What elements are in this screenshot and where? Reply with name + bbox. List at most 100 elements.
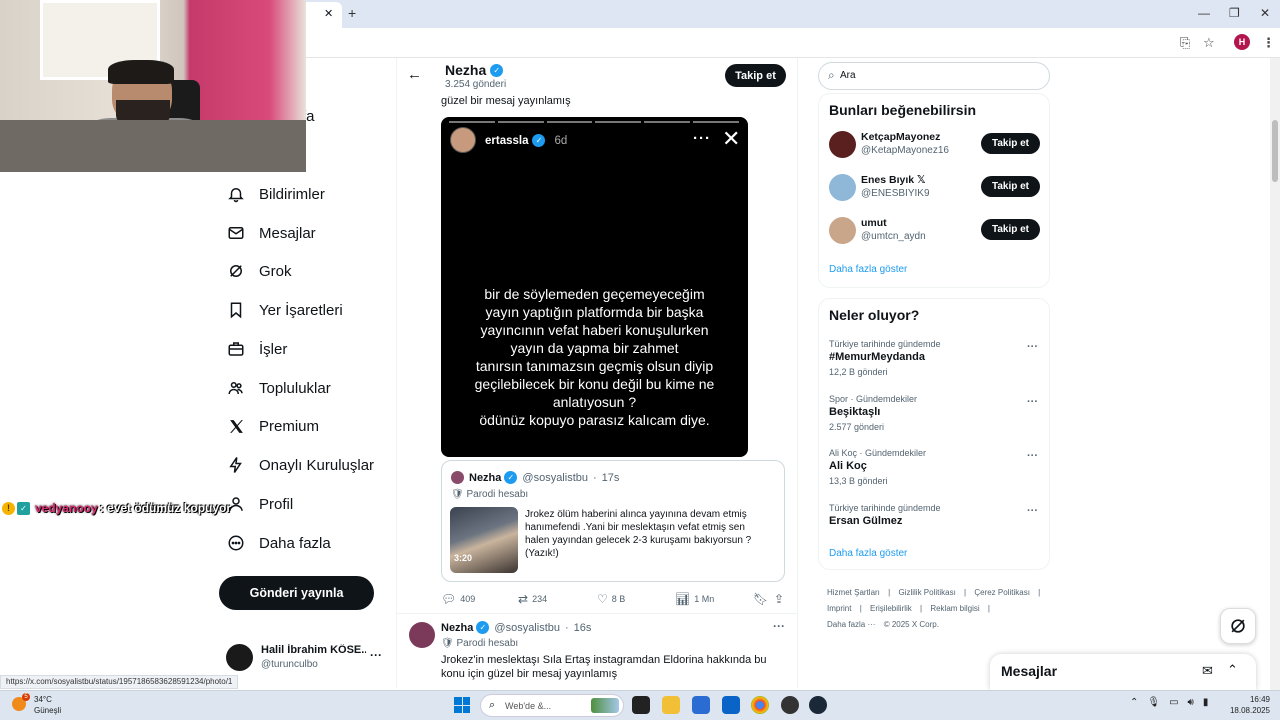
nav-messages[interactable]: Mesajlar xyxy=(226,218,316,248)
trend-item[interactable]: Türkiye tarihinde gündemde Ersan Gülmez … xyxy=(829,503,1041,547)
nav-notifications[interactable]: Bildirimler xyxy=(226,179,325,209)
follow-button[interactable]: Takip et xyxy=(981,176,1040,197)
bookmark-button[interactable]: 🔖︎ xyxy=(753,592,768,606)
browser-profile-avatar[interactable]: H xyxy=(1234,34,1250,50)
show-more-link[interactable]: Daha fazla göster xyxy=(829,548,907,559)
trend-item[interactable]: Ali Koç · Gündemdekiler Ali Koç 13,3 B g… xyxy=(829,448,1041,492)
page-title: Nezha ✓ xyxy=(445,62,504,78)
network-icon[interactable]: ▭ xyxy=(1169,697,1178,708)
nav-premium[interactable]: Premium xyxy=(226,411,319,441)
minimize-button[interactable]: — xyxy=(1198,6,1210,20)
nav-verified-orgs[interactable]: Onaylı Kuruluşlar xyxy=(226,450,374,480)
window-close-button[interactable]: ✕ xyxy=(1260,6,1270,20)
footer-separator: | xyxy=(987,604,990,613)
avatar[interactable] xyxy=(409,622,435,648)
nav-label: Daha fazla xyxy=(259,534,331,552)
page-scrollbar[interactable] xyxy=(1270,58,1280,690)
file-explorer-icon[interactable] xyxy=(662,696,680,714)
maximize-button[interactable]: ❐ xyxy=(1229,6,1240,20)
suggested-user[interactable]: umut @umtcn_aydn Takip et xyxy=(829,215,1041,247)
expand-up-icon[interactable]: ⌃ xyxy=(1227,662,1238,678)
author-name[interactable]: Nezha xyxy=(441,622,473,634)
quoted-tweet[interactable]: Nezha ✓ @sosyalistbu · 17s 🛡 Parodi hesa… xyxy=(441,460,785,582)
install-app-icon[interactable]: ⎘ xyxy=(1180,35,1190,51)
nav-grok[interactable]: Grok xyxy=(226,256,292,286)
share-button[interactable]: ⇪ xyxy=(774,592,784,606)
nav-jobs[interactable]: İşler xyxy=(226,334,287,364)
like-button[interactable]: ♡ 8 B xyxy=(597,592,625,606)
nav-bookmarks[interactable]: Yer İşaretleri xyxy=(226,295,343,325)
browser-menu-icon[interactable]: ⋮ xyxy=(1262,35,1275,51)
tweet-image[interactable]: ertassla ✓ 6d ··· ✕ bir de söylemeden ge… xyxy=(441,117,748,457)
chat-username: vedyanooy xyxy=(35,501,98,515)
more-icon[interactable]: ··· xyxy=(370,648,382,662)
taskbar: 5 34°C Güneşli ⌕ Web'de &... ⌃ 🎙︎ ▭ 🔊︎ ▮… xyxy=(0,690,1280,720)
tweet[interactable]: Nezha ✓ @sosyalistbu · 16s ··· 🛡 Parodi … xyxy=(397,613,797,688)
follow-button[interactable]: Takip et xyxy=(725,64,786,87)
follow-button[interactable]: Takip et xyxy=(981,133,1040,154)
post-count: 3.254 gönderi xyxy=(445,79,507,90)
nav-profile[interactable]: Profil xyxy=(226,489,293,519)
nav-communities[interactable]: Topluluklar xyxy=(226,373,331,403)
video-thumbnail[interactable] xyxy=(450,507,518,573)
chat-text: : evet ödümüz kopuyor xyxy=(99,501,232,515)
suggested-user[interactable]: Enes Bıyık 𝕏 @ENESBIYIK9 Takip et xyxy=(829,172,1041,204)
suggested-user[interactable]: KetçapMayonez @KetapMayonez16 Takip et xyxy=(829,129,1041,161)
more-icon[interactable]: ··· xyxy=(1027,341,1038,353)
battery-icon[interactable]: ▮ xyxy=(1203,697,1209,708)
more-icon[interactable]: ··· xyxy=(773,619,785,633)
bookmark-star-icon[interactable]: ☆ xyxy=(1203,35,1215,51)
footer-link[interactable]: Daha fazla ··· xyxy=(827,620,875,629)
steam-icon[interactable] xyxy=(809,696,827,714)
footer-link[interactable]: Erişilebilirlik xyxy=(870,604,912,613)
repost-button[interactable]: ⇄ 234 xyxy=(518,592,547,606)
lightning-icon xyxy=(226,455,246,475)
post-button[interactable]: Gönderi yayınla xyxy=(219,576,374,610)
outlook-icon[interactable] xyxy=(722,696,740,714)
trend-count: 13,3 B gönderi xyxy=(829,476,888,486)
more-icon[interactable]: ··· xyxy=(1027,396,1038,408)
follow-button[interactable]: Takip et xyxy=(981,219,1040,240)
more-icon[interactable]: ··· xyxy=(1027,505,1038,517)
reply-button[interactable]: 💬︎ 409 xyxy=(441,592,475,606)
views-button[interactable]: 📊︎ 1 Mn xyxy=(675,592,714,606)
footer-link[interactable]: Imprint xyxy=(827,604,851,613)
author-handle: @sosyalistbu xyxy=(522,471,588,484)
microphone-icon[interactable]: 🎙︎ xyxy=(1147,697,1160,708)
chevron-up-icon[interactable]: ⌃ xyxy=(1130,697,1138,708)
account-switcher[interactable]: Halil İbrahim KÖSE... @turunculbo ··· xyxy=(226,642,396,676)
footer-link[interactable]: Gizlilik Politikası xyxy=(898,588,955,597)
taskbar-search[interactable]: ⌕ Web'de &... xyxy=(480,694,624,717)
volume-icon[interactable]: 🔊︎ xyxy=(1188,697,1194,708)
footer-link[interactable]: Çerez Politikası xyxy=(974,588,1030,597)
trend-item[interactable]: Spor · Gündemdekiler Beşiktaşlı 2.577 gö… xyxy=(829,394,1041,438)
chat-badge-icon: ! xyxy=(2,501,15,515)
repost-icon: ⇄ xyxy=(518,592,529,606)
tab-close-icon[interactable]: ✕ xyxy=(324,7,333,20)
show-more-link[interactable]: Daha fazla göster xyxy=(829,264,907,275)
footer-link[interactable]: Reklam bilgisi xyxy=(930,604,979,613)
repost-count: 234 xyxy=(532,594,548,604)
browser-tab[interactable]: ✕ xyxy=(300,2,342,28)
trends-panel: Neler oluyor? Türkiye tarihinde gündemde… xyxy=(818,298,1050,570)
user-name: umut xyxy=(861,217,887,229)
nav-more[interactable]: Daha fazla xyxy=(226,528,331,558)
app-icon[interactable] xyxy=(781,696,799,714)
search-input[interactable]: ⌕ Ara xyxy=(818,62,1050,90)
new-tab-button[interactable]: + xyxy=(348,5,356,21)
more-circle-icon xyxy=(226,533,246,553)
windows-start-icon[interactable] xyxy=(454,697,470,713)
chrome-icon[interactable] xyxy=(751,696,769,714)
trend-item[interactable]: Türkiye tarihinde gündemde #MemurMeydand… xyxy=(829,339,1041,383)
store-icon[interactable] xyxy=(692,696,710,714)
grok-button[interactable] xyxy=(1220,608,1256,644)
back-arrow-icon[interactable]: ← xyxy=(407,66,422,83)
task-view-icon[interactable] xyxy=(632,696,650,714)
account-handle: @turunculbo xyxy=(261,659,318,670)
new-message-icon[interactable]: ✉ xyxy=(1202,663,1213,679)
more-icon[interactable]: ··· xyxy=(1027,450,1038,462)
scrollbar-thumb[interactable] xyxy=(1272,120,1278,182)
clock[interactable]: 16:49 18.08.2025 xyxy=(1222,694,1270,716)
footer-link[interactable]: Hizmet Şartları xyxy=(827,588,880,597)
messages-drawer[interactable]: Mesajlar ✉ ⌃ xyxy=(990,654,1256,690)
